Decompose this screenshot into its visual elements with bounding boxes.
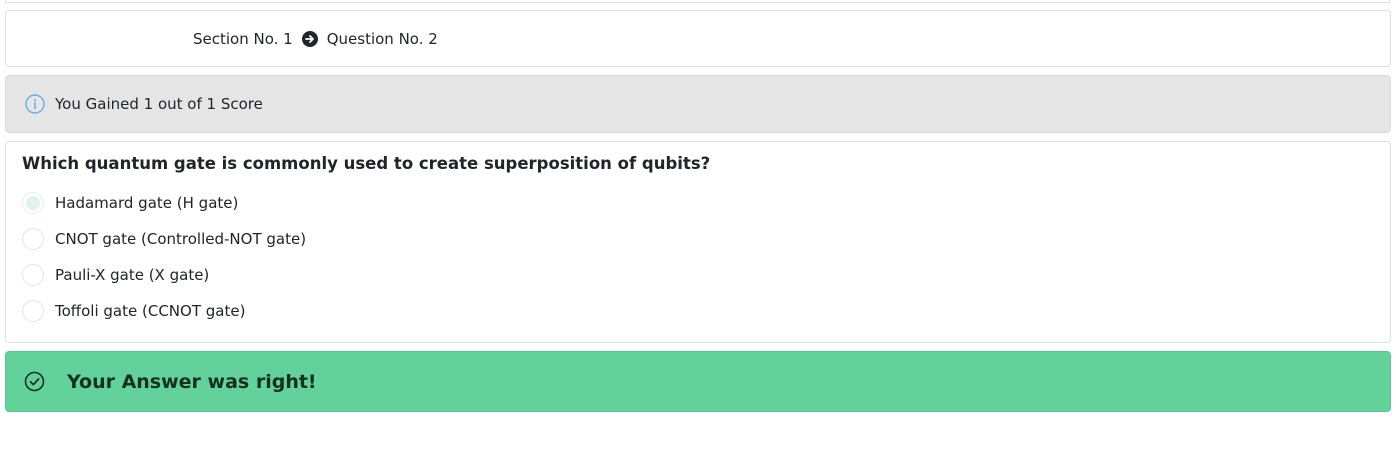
option-label: Pauli-X gate (X gate) (55, 266, 210, 284)
option-label: Toffoli gate (CCNOT gate) (55, 302, 246, 320)
option-hadamard[interactable]: Hadamard gate (H gate) (22, 191, 238, 215)
option-radio[interactable] (22, 192, 44, 214)
info-circle-icon (25, 94, 45, 114)
option-pauli-x[interactable]: Pauli-X gate (X gate) (22, 263, 209, 287)
question-title: Which quantum gate is commonly used to c… (22, 154, 711, 173)
option-radio[interactable] (22, 300, 44, 322)
question-card: Which quantum gate is commonly used to c… (5, 141, 1391, 343)
option-radio[interactable] (22, 264, 44, 286)
option-cnot[interactable]: CNOT gate (Controlled-NOT gate) (22, 227, 306, 251)
check-circle-icon (24, 371, 45, 392)
option-toffoli[interactable]: Toffoli gate (CCNOT gate) (22, 299, 245, 323)
option-radio[interactable] (22, 228, 44, 250)
breadcrumb: Section No. 1 Question No. 2 (193, 11, 438, 66)
breadcrumb-section: Section No. 1 (193, 29, 293, 48)
option-label: Hadamard gate (H gate) (55, 194, 239, 212)
breadcrumb-question: Question No. 2 (326, 29, 438, 48)
result-alert: Your Answer was right! (5, 351, 1391, 412)
score-alert-text: You Gained 1 out of 1 Score (55, 95, 263, 113)
score-alert: You Gained 1 out of 1 Score (5, 75, 1391, 133)
option-label: CNOT gate (Controlled-NOT gate) (55, 230, 307, 248)
result-alert-text: Your Answer was right! (67, 370, 317, 393)
arrow-circle-right-icon (301, 30, 318, 47)
previous-card-edge (5, 0, 1390, 3)
breadcrumb-card: Section No. 1 Question No. 2 (5, 10, 1391, 67)
